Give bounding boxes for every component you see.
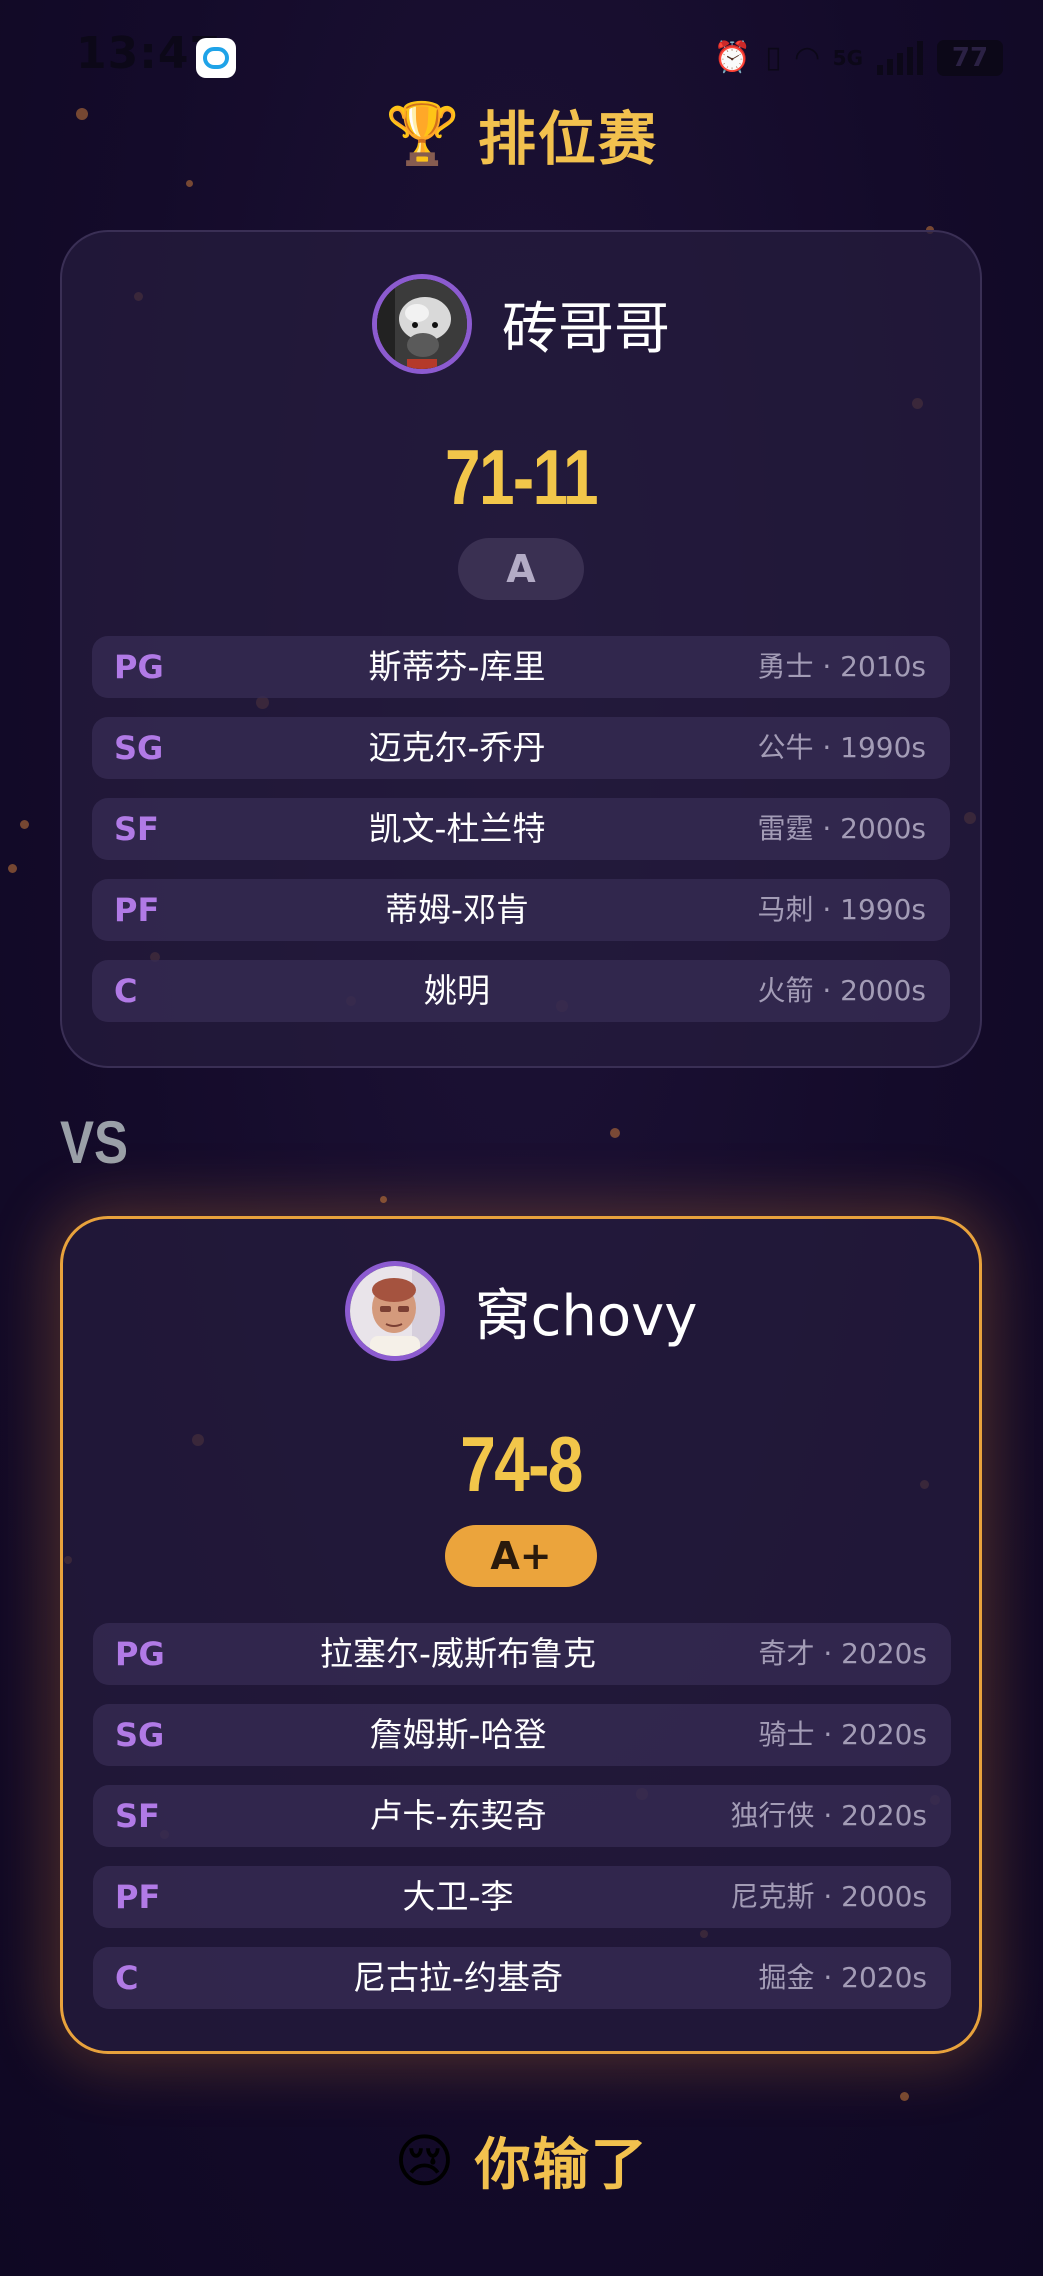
roster-player-name: 卢卡-东契奇 [369,1796,547,1835]
team-era: 骑士 · 2020s [758,1718,927,1751]
battery-indicator: 77 [937,40,1003,76]
roster-row: SF 卢卡-东契奇 独行侠 · 2020s [93,1785,951,1847]
team-era: 尼克斯 · 2000s [730,1880,927,1913]
crying-face-icon: 😢 [394,2126,455,2195]
player-card: 窝chovy 74-8 A+ PG 拉塞尔-威斯布鲁克 奇才 · 2020s S… [60,1216,982,2054]
page-title: 🏆 排位赛 [0,92,1043,176]
opponent-name: 砖哥哥 [502,296,670,362]
opponent-roster: PG 斯蒂芬-库里 勇士 · 2010s SG 迈克尔-乔丹 公牛 · 1990… [92,636,950,1041]
roster-row: PF 蒂姆-邓肯 马刺 · 1990s [92,879,950,941]
roster-row: PG 斯蒂芬-库里 勇士 · 2010s [92,636,950,698]
player-name: 斯蒂芬-库里 [368,647,546,686]
trophy-icon: 🏆 [385,99,460,169]
team-era: 公牛 · 1990s [757,731,926,764]
player-roster: PG 拉塞尔-威斯布鲁克 奇才 · 2020s SG 詹姆斯-哈登 骑士 · 2… [93,1623,951,2028]
network-label: 5G [832,46,863,70]
opponent-avatar[interactable] [372,274,472,374]
chat-app-icon [196,38,236,78]
team-era: 掘金 · 2020s [758,1961,927,1994]
player-name: 凯文-杜兰特 [368,809,546,848]
player-name: 窝chovy [474,1283,698,1349]
match-result: 😢 你输了 [0,2120,1043,2201]
roster-player-name: 尼古拉-约基奇 [353,1958,563,1997]
roster-row: PF 大卫-李 尼克斯 · 2000s [93,1866,951,1928]
roster-row: C 尼古拉-约基奇 掘金 · 2020s [93,1947,951,2009]
roster-row: SG 詹姆斯-哈登 骑士 · 2020s [93,1704,951,1766]
player-record: 74-8 [460,1420,583,1508]
opponent-grade-badge: A [458,538,584,600]
player-avatar[interactable] [344,1261,445,1361]
roster-player-name: 拉塞尔-威斯布鲁克 [320,1634,596,1673]
roster-row: PG 拉塞尔-威斯布鲁克 奇才 · 2020s [93,1623,951,1685]
team-era: 马刺 · 1990s [757,893,926,926]
player-name: 迈克尔-乔丹 [368,728,546,767]
ranked-match-screen: 13:47 ⏰ ▯ ◠ 5G 77 🏆 排位赛 砖哥哥 71-11 A PG 斯… [0,0,1043,2276]
vibrate-icon: ▯ [765,40,782,75]
player-name: 姚明 [424,971,490,1010]
team-era: 奇才 · 2020s [758,1637,927,1670]
vs-label: VS [60,1109,129,1176]
cell-signal-icon [877,41,923,75]
status-icons: ⏰ ▯ ◠ 5G 77 [714,36,1003,80]
roster-row: SG 迈克尔-乔丹 公牛 · 1990s [92,717,950,779]
result-text: 你输了 [474,2133,649,2198]
player-grade-badge: A+ [445,1525,597,1587]
alarm-icon: ⏰ [713,40,752,75]
roster-row: C 姚明 火箭 · 2000s [92,960,950,1022]
roster-row: SF 凯文-杜兰特 雷霆 · 2000s [92,798,950,860]
team-era: 火箭 · 2000s [757,974,926,1007]
player-header: 窝chovy [63,1261,979,1361]
team-era: 勇士 · 2010s [757,650,926,683]
roster-player-name: 詹姆斯-哈登 [369,1715,547,1754]
wifi-icon: ◠ [795,40,819,75]
player-name: 蒂姆-邓肯 [385,890,529,929]
team-era: 雷霆 · 2000s [757,812,926,845]
opponent-header: 砖哥哥 [62,274,980,374]
roster-player-name: 大卫-李 [402,1877,514,1916]
opponent-card: 砖哥哥 71-11 A PG 斯蒂芬-库里 勇士 · 2010s SG 迈克尔-… [60,230,982,1068]
page-title-text: 排位赛 [477,105,658,173]
team-era: 独行侠 · 2020s [730,1799,927,1832]
screen-edge [1043,0,1060,2276]
opponent-record: 71-11 [445,433,599,521]
